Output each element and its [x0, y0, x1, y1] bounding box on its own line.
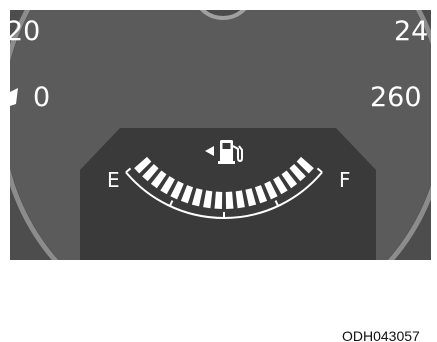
fuel-full-label: F — [339, 168, 351, 192]
instrument-cluster-figure: 20 0 24 260 E F ODH043057 — [0, 0, 437, 342]
fuel-level-segment — [214, 191, 223, 209]
pump-window — [222, 143, 231, 149]
instrument-cluster-illustration: 20 0 24 260 E F ODH043057 — [0, 0, 437, 342]
speed-label-20: 20 — [6, 16, 40, 47]
figure-code: ODH043057 — [342, 328, 420, 342]
pump-base — [218, 161, 235, 164]
speed-label-260: 260 — [370, 82, 422, 113]
fuel-level-segment — [225, 191, 234, 209]
lower-margin — [10, 260, 431, 308]
fuel-empty-label: E — [107, 168, 120, 192]
speed-label-24: 24 — [394, 16, 428, 47]
speed-label-0: 0 — [33, 82, 50, 113]
